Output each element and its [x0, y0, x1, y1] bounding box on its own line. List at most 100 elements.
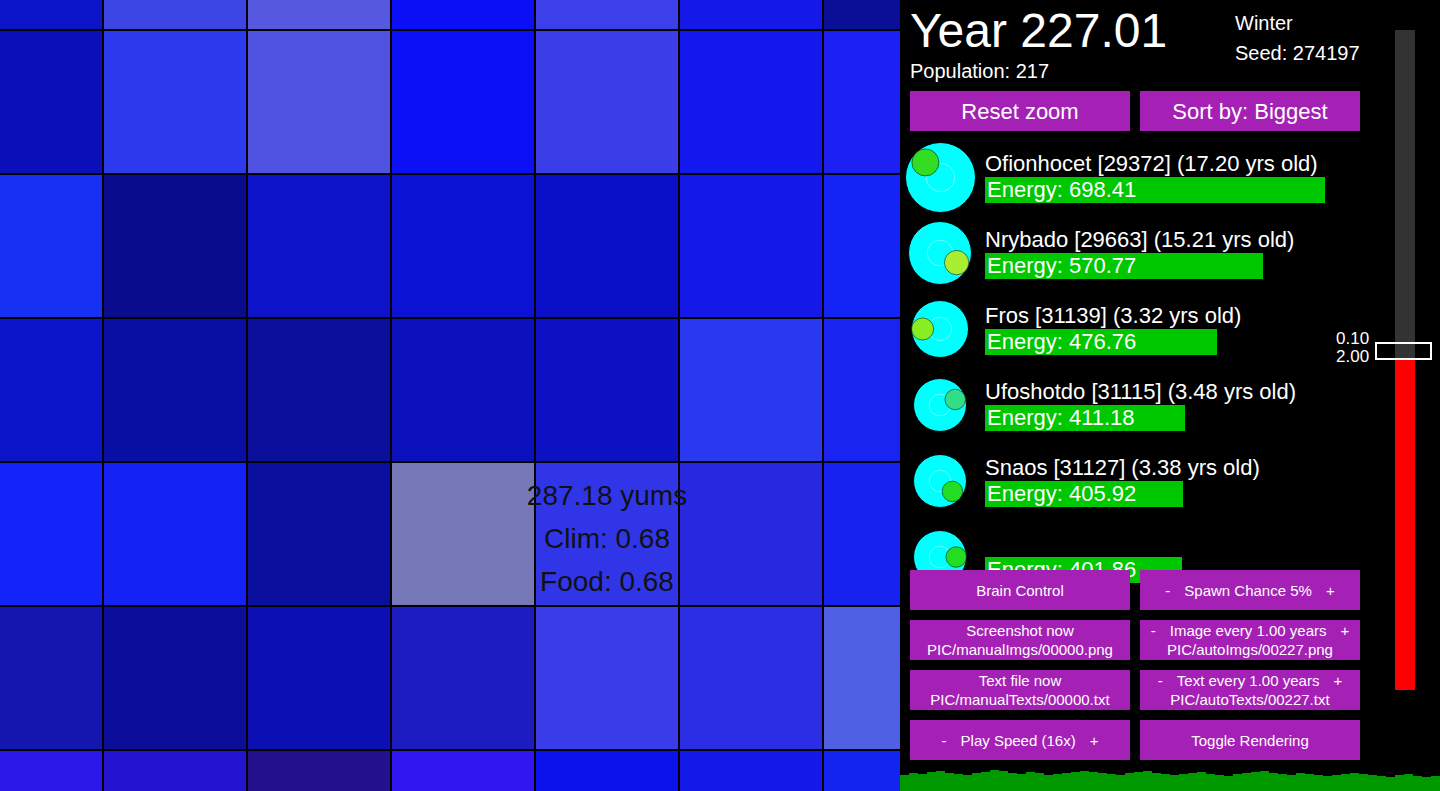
control-button[interactable]: Brain Control [910, 570, 1130, 610]
creature-name: Nrybado [29663] (15.21 yrs old) [985, 227, 1294, 253]
map-tile[interactable] [103, 606, 247, 750]
map-tile[interactable] [823, 174, 900, 318]
energy-text: Energy: 570.77 [985, 253, 1294, 279]
creature-row[interactable]: Ufoshotdo [31115] (3.48 yrs old)Energy: … [900, 367, 1390, 443]
map-tile[interactable] [103, 30, 247, 174]
map-tile[interactable] [391, 30, 535, 174]
energy-text: Energy: 698.41 [985, 177, 1318, 203]
map-tile[interactable] [103, 462, 247, 606]
map-tile[interactable] [247, 606, 391, 750]
control-button[interactable]: -Image every 1.00 years+PIC/autoImgs/002… [1140, 620, 1360, 660]
control-button[interactable]: Screenshot nowPIC/manualImgs/00000.png [910, 620, 1130, 660]
map-tile[interactable] [247, 0, 391, 30]
creature-icon [908, 221, 972, 285]
seed-label: Seed: 274197 [1235, 38, 1360, 68]
map-tile[interactable] [679, 30, 823, 174]
decrease-button[interactable]: - [942, 731, 947, 750]
map-tile[interactable] [391, 174, 535, 318]
map-tile[interactable] [391, 462, 535, 606]
slider-handle[interactable] [1375, 342, 1432, 360]
control-buttons: Brain Control-Spawn Chance 5%+Screenshot… [910, 570, 1360, 760]
map-tile[interactable] [0, 750, 103, 791]
side-panel: Year 227.01Population: 217WinterSeed: 27… [900, 0, 1440, 791]
map-tile[interactable] [103, 174, 247, 318]
top-button[interactable]: Reset zoom [910, 91, 1130, 131]
app: 287.18 yumsClim: 0.68Food: 0.68Year 227.… [0, 0, 1440, 791]
creature-row[interactable]: Snaos [31127] (3.38 yrs old)Energy: 405.… [900, 443, 1390, 519]
creature-icon [913, 454, 967, 508]
map-tile[interactable] [0, 462, 103, 606]
speed-slider[interactable] [1395, 30, 1415, 690]
file-path: PIC/autoImgs/00227.png [1167, 640, 1333, 659]
increase-button[interactable]: + [1333, 671, 1342, 690]
map-tile[interactable] [391, 318, 535, 462]
control-button[interactable]: Text file nowPIC/manualTexts/00000.txt [910, 670, 1130, 710]
map-tile[interactable] [0, 606, 103, 750]
map-tile[interactable] [823, 462, 900, 606]
decrease-button[interactable]: - [1151, 621, 1156, 640]
map-tile[interactable] [391, 0, 535, 30]
map-tile[interactable] [535, 606, 679, 750]
map-tile[interactable] [0, 0, 103, 30]
map-tile[interactable] [247, 750, 391, 791]
map-tile[interactable] [391, 606, 535, 750]
control-button[interactable]: -Spawn Chance 5%+ [1140, 570, 1360, 610]
map-tile[interactable] [103, 318, 247, 462]
energy-text: Energy: 476.76 [985, 329, 1241, 355]
map-tile[interactable] [823, 318, 900, 462]
decrease-button[interactable]: - [1165, 581, 1170, 600]
map-tile[interactable] [0, 174, 103, 318]
control-button[interactable]: -Text every 1.00 years+PIC/autoTexts/002… [1140, 670, 1360, 710]
map-tile[interactable] [679, 606, 823, 750]
control-button[interactable]: -Play Speed (16x)+ [910, 720, 1130, 760]
map-tile[interactable] [823, 30, 900, 174]
map-tile[interactable] [535, 174, 679, 318]
map-tile[interactable] [679, 174, 823, 318]
map-tile[interactable] [391, 750, 535, 791]
map-tile[interactable] [247, 30, 391, 174]
map-tile[interactable] [535, 0, 679, 30]
map-tile[interactable] [247, 318, 391, 462]
map-tile[interactable] [679, 0, 823, 30]
decrease-button[interactable]: - [1158, 671, 1163, 690]
creature-row[interactable]: Nrybado [29663] (15.21 yrs old)Energy: 5… [900, 215, 1390, 291]
map-tile[interactable] [679, 750, 823, 791]
creature-row[interactable]: Ofionhocet [29372] (17.20 yrs old)Energy… [900, 139, 1390, 215]
map-tile[interactable] [823, 750, 900, 791]
map-tile[interactable] [679, 318, 823, 462]
map-tile[interactable] [535, 318, 679, 462]
increase-button[interactable]: + [1090, 731, 1099, 750]
map-tile[interactable] [679, 462, 823, 606]
tile-info-line: Clim: 0.68 [544, 517, 670, 560]
energy-bar: Energy: 476.76 [985, 329, 1241, 355]
energy-bar: Energy: 411.18 [985, 405, 1296, 431]
creature-list: Ofionhocet [29372] (17.20 yrs old)Energy… [900, 139, 1390, 595]
map-tile[interactable] [247, 462, 391, 606]
creature-icon [913, 378, 967, 432]
creature-icon [905, 142, 976, 213]
map-tile[interactable] [103, 750, 247, 791]
map-tile[interactable] [823, 0, 900, 30]
slider-label: 2.00 [1336, 348, 1369, 366]
slider-labels: 0.102.00 [1336, 330, 1369, 366]
top-button[interactable]: Sort by: Biggest [1140, 91, 1360, 131]
world-map[interactable]: 287.18 yumsClim: 0.68Food: 0.68 [0, 0, 900, 791]
creature-row[interactable]: Fros [31139] (3.32 yrs old)Energy: 476.7… [900, 291, 1390, 367]
increase-button[interactable]: + [1326, 581, 1335, 600]
map-tile[interactable] [103, 0, 247, 30]
season-label: Winter [1235, 8, 1360, 38]
map-tile[interactable] [247, 174, 391, 318]
creature-name: Ufoshotdo [31115] (3.48 yrs old) [985, 379, 1296, 405]
increase-button[interactable]: + [1340, 621, 1349, 640]
tile-info-line: 287.18 yums [527, 474, 687, 517]
map-tile[interactable] [535, 750, 679, 791]
file-path: PIC/manualImgs/00000.png [927, 640, 1113, 659]
map-tile[interactable] [0, 318, 103, 462]
map-tile[interactable] [0, 30, 103, 174]
energy-bar: Energy: 698.41 [985, 177, 1318, 203]
map-tile[interactable] [823, 606, 900, 750]
creature-name: Ofionhocet [29372] (17.20 yrs old) [985, 151, 1318, 177]
year-label: Year 227.01 [910, 4, 1235, 58]
control-button[interactable]: Toggle Rendering [1140, 720, 1360, 760]
map-tile[interactable] [535, 30, 679, 174]
